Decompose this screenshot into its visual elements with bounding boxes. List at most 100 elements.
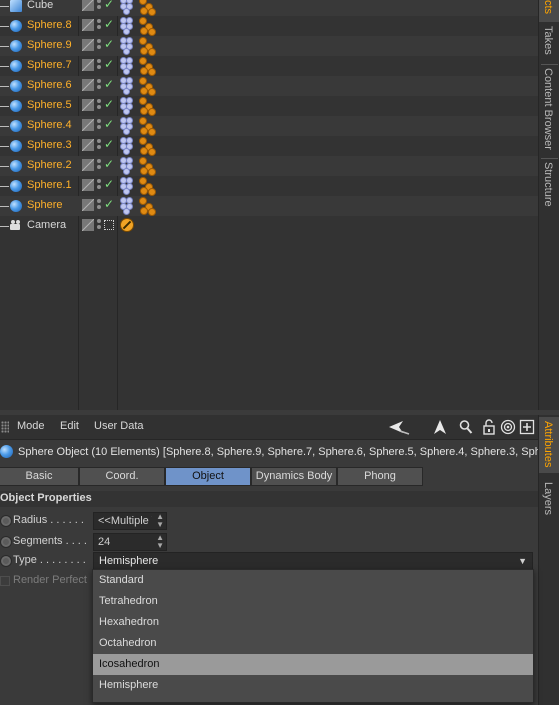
visibility-dots-icon[interactable] [97, 59, 102, 73]
enabled-check-icon[interactable]: ✓ [104, 197, 114, 211]
tab-coord[interactable]: Coord. [79, 467, 165, 486]
visibility-dots-icon[interactable] [97, 159, 102, 173]
lock-icon[interactable] [482, 419, 496, 435]
new-panel-icon[interactable] [519, 419, 535, 435]
layer-flag-icon[interactable] [82, 119, 94, 131]
grip-handle-icon[interactable] [1, 421, 9, 433]
tab-takes[interactable]: Takes [539, 26, 559, 62]
tab-basic[interactable]: Basic [0, 467, 79, 486]
layer-flag-icon[interactable] [82, 159, 94, 171]
visibility-dots-icon[interactable] [97, 119, 102, 133]
object-name[interactable]: Sphere.4 [27, 119, 72, 131]
radius-field[interactable]: <<Multiple V ▲▼ [93, 512, 167, 530]
visibility-dots-icon[interactable] [97, 179, 102, 193]
enabled-check-icon[interactable]: ✓ [104, 177, 114, 191]
tab-phong[interactable]: Phong [337, 467, 423, 486]
menu-mode[interactable]: Mode [17, 420, 45, 432]
object-row[interactable]: Sphere ✓ [0, 196, 538, 216]
display-tag-icon[interactable] [120, 157, 134, 175]
object-row[interactable]: Sphere.7 ✓ [0, 56, 538, 76]
type-option-hemisphere[interactable]: Hemisphere [93, 675, 533, 696]
object-row[interactable]: Camera [0, 216, 538, 236]
object-name[interactable]: Sphere.1 [27, 179, 72, 191]
display-tag-icon[interactable] [120, 177, 134, 195]
type-option-hexahedron[interactable]: Hexahedron [93, 612, 533, 633]
material-tag-icon[interactable] [139, 0, 156, 16]
segments-field[interactable]: 24 ▲ ▼ [93, 533, 167, 551]
tab-structure[interactable]: Structure [539, 162, 559, 216]
display-tag-icon[interactable] [120, 197, 134, 215]
object-row[interactable]: Sphere.6 ✓ [0, 76, 538, 96]
layer-flag-icon[interactable] [82, 139, 94, 151]
up-arrow-icon[interactable] [432, 419, 448, 435]
material-tag-icon[interactable] [139, 37, 156, 56]
material-tag-icon[interactable] [139, 197, 156, 216]
enabled-check-icon[interactable]: ✓ [104, 97, 114, 111]
object-row[interactable]: Sphere.8 ✓ [0, 16, 538, 36]
protection-tag-icon[interactable] [120, 218, 134, 232]
object-row[interactable]: Sphere.2 ✓ [0, 156, 538, 176]
object-name[interactable]: Sphere.6 [27, 79, 72, 91]
type-option-tetrahedron[interactable]: Tetrahedron [93, 591, 533, 612]
enabled-check-icon[interactable]: ✓ [104, 17, 114, 31]
visibility-dots-icon[interactable] [97, 19, 102, 33]
object-name[interactable]: Sphere.3 [27, 139, 72, 151]
object-name[interactable]: Sphere.8 [27, 19, 72, 31]
object-properties-header[interactable]: Object Properties [0, 491, 538, 507]
visibility-dots-icon[interactable] [97, 39, 102, 53]
tab-content-browser[interactable]: Content Browser [539, 68, 559, 156]
type-option-standard[interactable]: Standard [93, 570, 533, 591]
search-icon[interactable] [459, 419, 473, 435]
enabled-check-icon[interactable]: ✓ [104, 0, 114, 11]
enabled-check-icon[interactable]: ✓ [104, 77, 114, 91]
enabled-check-icon[interactable]: ✓ [104, 117, 114, 131]
segments-animate-radio[interactable] [0, 536, 12, 548]
render-perfect-checkbox[interactable] [0, 576, 10, 586]
type-option-octahedron[interactable]: Octahedron [93, 633, 533, 654]
object-name[interactable]: Sphere [27, 199, 62, 211]
type-option-icosahedron[interactable]: Icosahedron [93, 654, 533, 675]
object-row[interactable]: Sphere.5 ✓ [0, 96, 538, 116]
material-tag-icon[interactable] [139, 97, 156, 116]
display-tag-icon[interactable] [120, 17, 134, 35]
target-icon[interactable] [500, 419, 516, 435]
material-tag-icon[interactable] [139, 177, 156, 196]
layer-flag-icon[interactable] [82, 179, 94, 191]
object-name[interactable]: Sphere.7 [27, 59, 72, 71]
tab-attributes[interactable]: Attributes [539, 417, 559, 473]
tab-objects[interactable]: cts [539, 0, 559, 22]
visibility-dots-icon[interactable] [97, 99, 102, 113]
layer-flag-icon[interactable] [82, 39, 94, 51]
material-tag-icon[interactable] [139, 17, 156, 36]
segments-stepper-icon[interactable]: ▲ ▼ [156, 534, 164, 550]
visibility-dots-icon[interactable] [97, 79, 102, 93]
material-tag-icon[interactable] [139, 117, 156, 136]
tab-dynamics-body[interactable]: Dynamics Body [251, 467, 337, 486]
back-arrow-icon[interactable] [388, 419, 410, 435]
object-row[interactable]: Sphere.3 ✓ [0, 136, 538, 156]
layer-flag-icon[interactable] [82, 0, 94, 11]
type-select[interactable]: Hemisphere ▼ [93, 552, 533, 570]
display-tag-icon[interactable] [120, 57, 134, 75]
object-row[interactable]: Sphere.4 ✓ [0, 116, 538, 136]
object-row[interactable]: Sphere.1 ✓ [0, 176, 538, 196]
layer-flag-icon[interactable] [82, 99, 94, 111]
object-name[interactable]: Sphere.2 [27, 159, 72, 171]
layer-flag-icon[interactable] [82, 59, 94, 71]
radius-animate-radio[interactable] [0, 515, 12, 527]
visibility-dots-icon[interactable] [97, 0, 102, 13]
display-tag-icon[interactable] [120, 137, 134, 155]
object-row[interactable]: Sphere.9 ✓ [0, 36, 538, 56]
material-tag-icon[interactable] [139, 157, 156, 176]
object-name[interactable]: Sphere.5 [27, 99, 72, 111]
display-tag-icon[interactable] [120, 77, 134, 95]
layer-flag-icon[interactable] [82, 219, 94, 231]
menu-edit[interactable]: Edit [60, 420, 79, 432]
enabled-check-icon[interactable]: ✓ [104, 37, 114, 51]
layer-flag-icon[interactable] [82, 19, 94, 31]
display-tag-icon[interactable] [120, 37, 134, 55]
tab-object[interactable]: Object [165, 467, 251, 486]
enable-dotted-icon[interactable] [104, 220, 114, 230]
radius-stepper-icon[interactable]: ▲ ▼ [156, 513, 164, 529]
material-tag-icon[interactable] [139, 77, 156, 96]
